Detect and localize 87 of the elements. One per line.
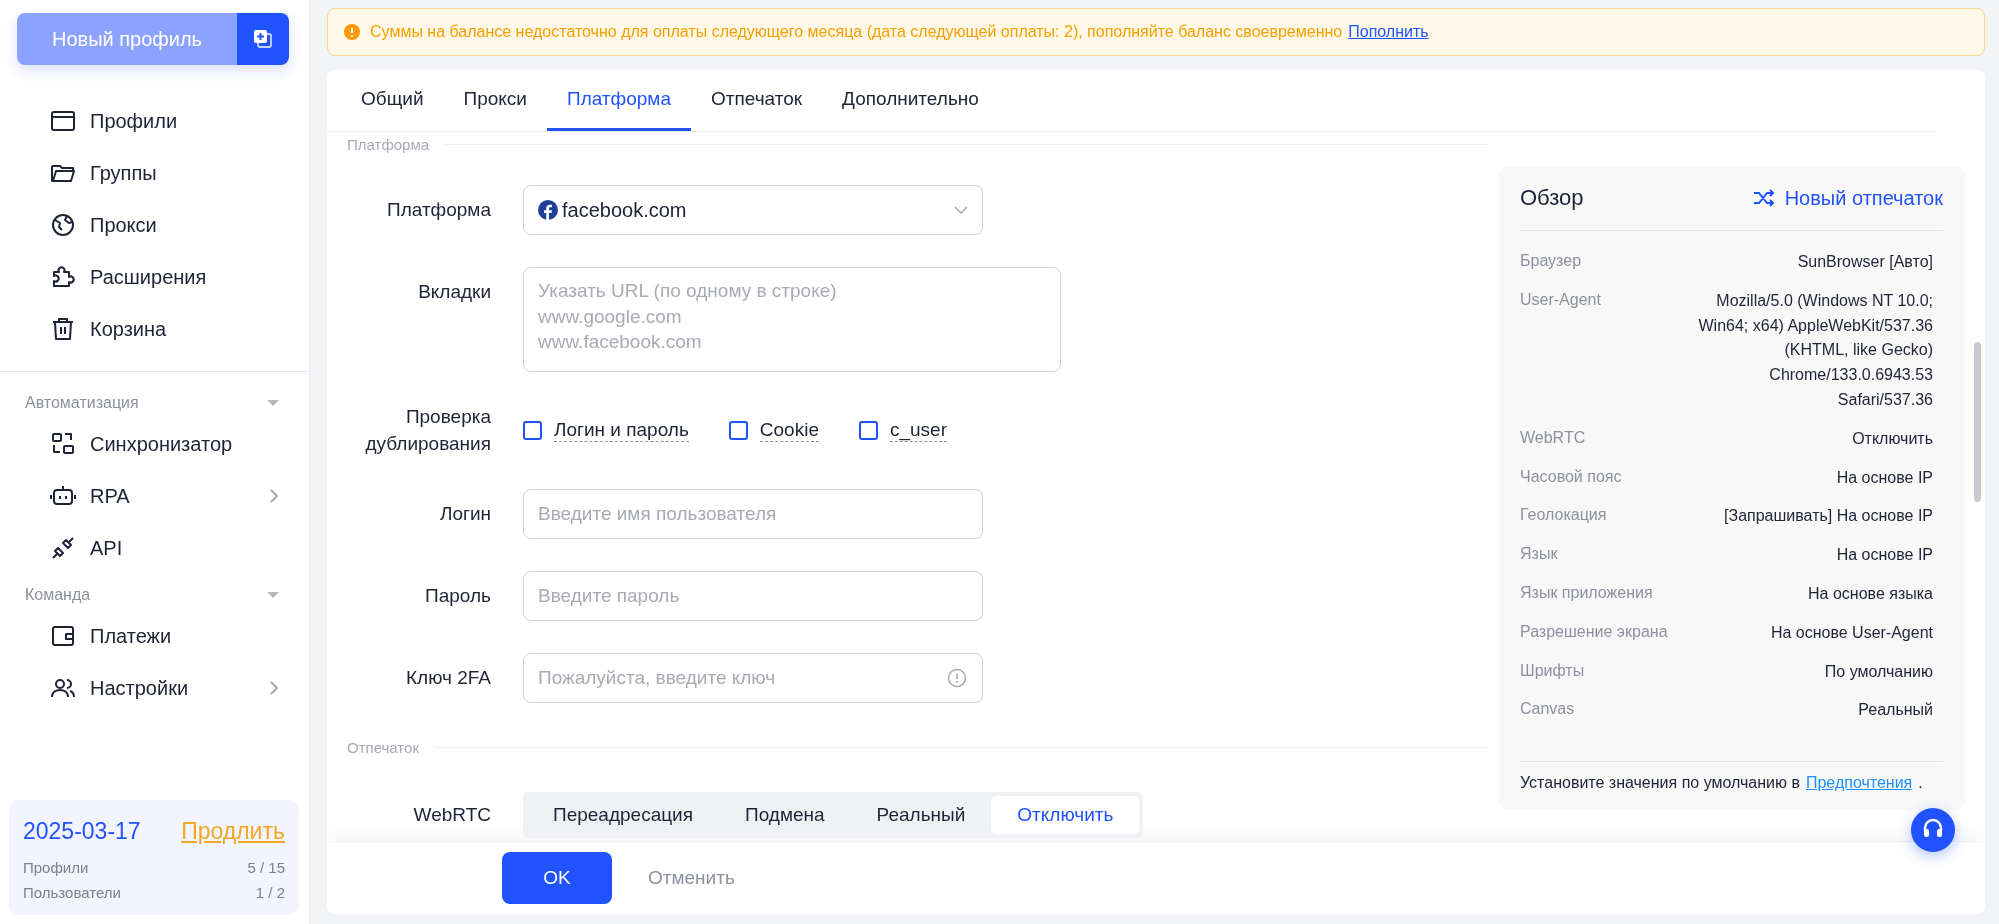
tab[interactable]: Прокси — [443, 70, 547, 131]
stat-value: 1 / 2 — [255, 884, 285, 901]
checkbox[interactable] — [858, 421, 878, 441]
segment-option[interactable]: Переадресация — [527, 796, 719, 835]
field-label: Пароль — [424, 585, 491, 608]
stat-label: Пользователи — [23, 884, 121, 901]
plug-icon — [50, 535, 76, 561]
top-up-link[interactable]: Пополнить — [1348, 23, 1429, 41]
note-text: Установите значения по умолчанию в — [1520, 774, 1800, 792]
stat-value: 5 / 15 — [247, 859, 285, 876]
add-copy-icon — [252, 28, 274, 50]
expiry-date: 2025-03-17 — [23, 818, 141, 845]
nav-item[interactable]: Настройки — [0, 662, 309, 714]
nav-item[interactable]: Платежи — [0, 610, 309, 662]
field-label: Платформа — [386, 199, 491, 221]
section-title: Отпечаток — [347, 739, 419, 757]
wallet-icon — [50, 623, 76, 649]
shuffle-icon — [1752, 189, 1775, 207]
info-icon — [947, 668, 967, 689]
tab[interactable]: Платформа — [546, 70, 691, 131]
segment-option[interactable]: Отключить — [991, 796, 1140, 835]
support-button[interactable] — [1911, 808, 1955, 852]
overview-value: Реальный — [1858, 700, 1933, 721]
password-input[interactable]: Введите пароль — [523, 571, 983, 622]
field-label: Ключ 2FA — [405, 667, 491, 690]
checkbox[interactable] — [523, 421, 542, 441]
segment-option[interactable]: Реальный — [850, 796, 992, 835]
login-input[interactable]: Введите имя пользователя — [523, 489, 983, 540]
overview-label: Часовой пояс — [1520, 467, 1622, 487]
checkbox-label[interactable]: c_user — [889, 418, 947, 443]
nav-item[interactable]: RPA — [0, 470, 309, 522]
overview-label: User-Agent — [1520, 290, 1601, 310]
overview-label: Язык приложения — [1520, 583, 1653, 603]
stat-label: Профили — [23, 859, 89, 876]
note-end: . — [1918, 774, 1923, 792]
nav-item[interactable]: Прокси — [0, 199, 309, 251]
ok-button[interactable]: OK — [502, 852, 612, 904]
banner-text: Суммы на балансе недостаточно для оплаты следующего месяца (дата следующей оплаты: 2), пополняйте баланс своевременно — [370, 23, 1343, 41]
sync-icon — [50, 431, 76, 457]
tab[interactable]: Общий — [341, 70, 444, 131]
add-copy-button[interactable] — [237, 13, 289, 65]
overview-value: Mozilla/5.0 (Windows NT 10.0; Win64; x64) AppleWebKit/537.36 (KHTML, like Gecko) Chrome/133.0.6943.53 Safari/537.36 — [1697, 290, 1933, 410]
overview-label: WebRTC — [1520, 428, 1586, 448]
trash-icon — [50, 316, 76, 342]
warning-icon — [344, 24, 360, 40]
overview-value: SunBrowser [Авто] — [1797, 252, 1933, 272]
field-label: Логин — [438, 503, 491, 526]
twofa-input[interactable]: Пожалуйста, введите ключ — [523, 653, 983, 704]
overview-title: Обзор — [1520, 185, 1584, 211]
segment-option[interactable]: Подмена — [719, 796, 851, 835]
overview-value: На основе IP — [1836, 467, 1933, 488]
globe-icon — [50, 212, 76, 238]
overview-label: Шрифты — [1520, 661, 1585, 681]
overview-value: Отключить — [1852, 428, 1933, 449]
new-fingerprint-button[interactable]: Новый отпечаток — [1752, 186, 1943, 210]
overview-value: По умолчанию — [1824, 661, 1933, 682]
section-title: Платформа — [347, 136, 430, 153]
overview-value: На основе языка — [1808, 583, 1933, 604]
window-icon — [50, 108, 76, 134]
puzzle-icon — [50, 264, 76, 290]
overview-label: Язык — [1520, 545, 1558, 565]
tab[interactable]: Дополнительно — [822, 70, 999, 131]
urls-textarea[interactable]: Указать URL (по одному в строке) www.google.com www.facebook.com — [523, 267, 1061, 372]
platform-select[interactable]: facebook.com — [523, 185, 983, 235]
field-label: Проверка дублирования — [364, 405, 491, 456]
overview-label: Геолокация — [1520, 506, 1607, 526]
field-label: WebRTC — [412, 804, 491, 827]
overview-label: Разрешение экрана — [1520, 622, 1668, 642]
overview-value: На основе IP — [1836, 545, 1933, 566]
scrollbar-thumb[interactable] — [1974, 342, 1981, 502]
nav-item[interactable]: Группы — [0, 147, 309, 199]
nav-item[interactable]: Расширения — [0, 251, 309, 303]
checkbox-label[interactable]: Логин и пароль — [554, 418, 689, 443]
overview-value: На основе User-Agent — [1770, 622, 1933, 643]
facebook-icon — [538, 200, 558, 220]
nav-item[interactable]: Профили — [0, 95, 309, 147]
checkbox[interactable] — [728, 421, 748, 441]
field-label: Вкладки — [417, 281, 491, 303]
tab[interactable]: Отпечаток — [690, 70, 823, 131]
chevron-down-icon — [954, 206, 968, 214]
overview-label: Canvas — [1520, 700, 1575, 720]
overview-label: Браузер — [1520, 252, 1582, 271]
nav-item[interactable]: API — [0, 522, 309, 574]
overview-value: [Запрашивать] На основе IP — [1724, 506, 1933, 527]
checkbox-label[interactable]: Cookie — [759, 418, 819, 443]
nav-item[interactable]: Корзина — [0, 303, 309, 355]
nav-item[interactable]: Синхронизатор — [0, 418, 309, 470]
